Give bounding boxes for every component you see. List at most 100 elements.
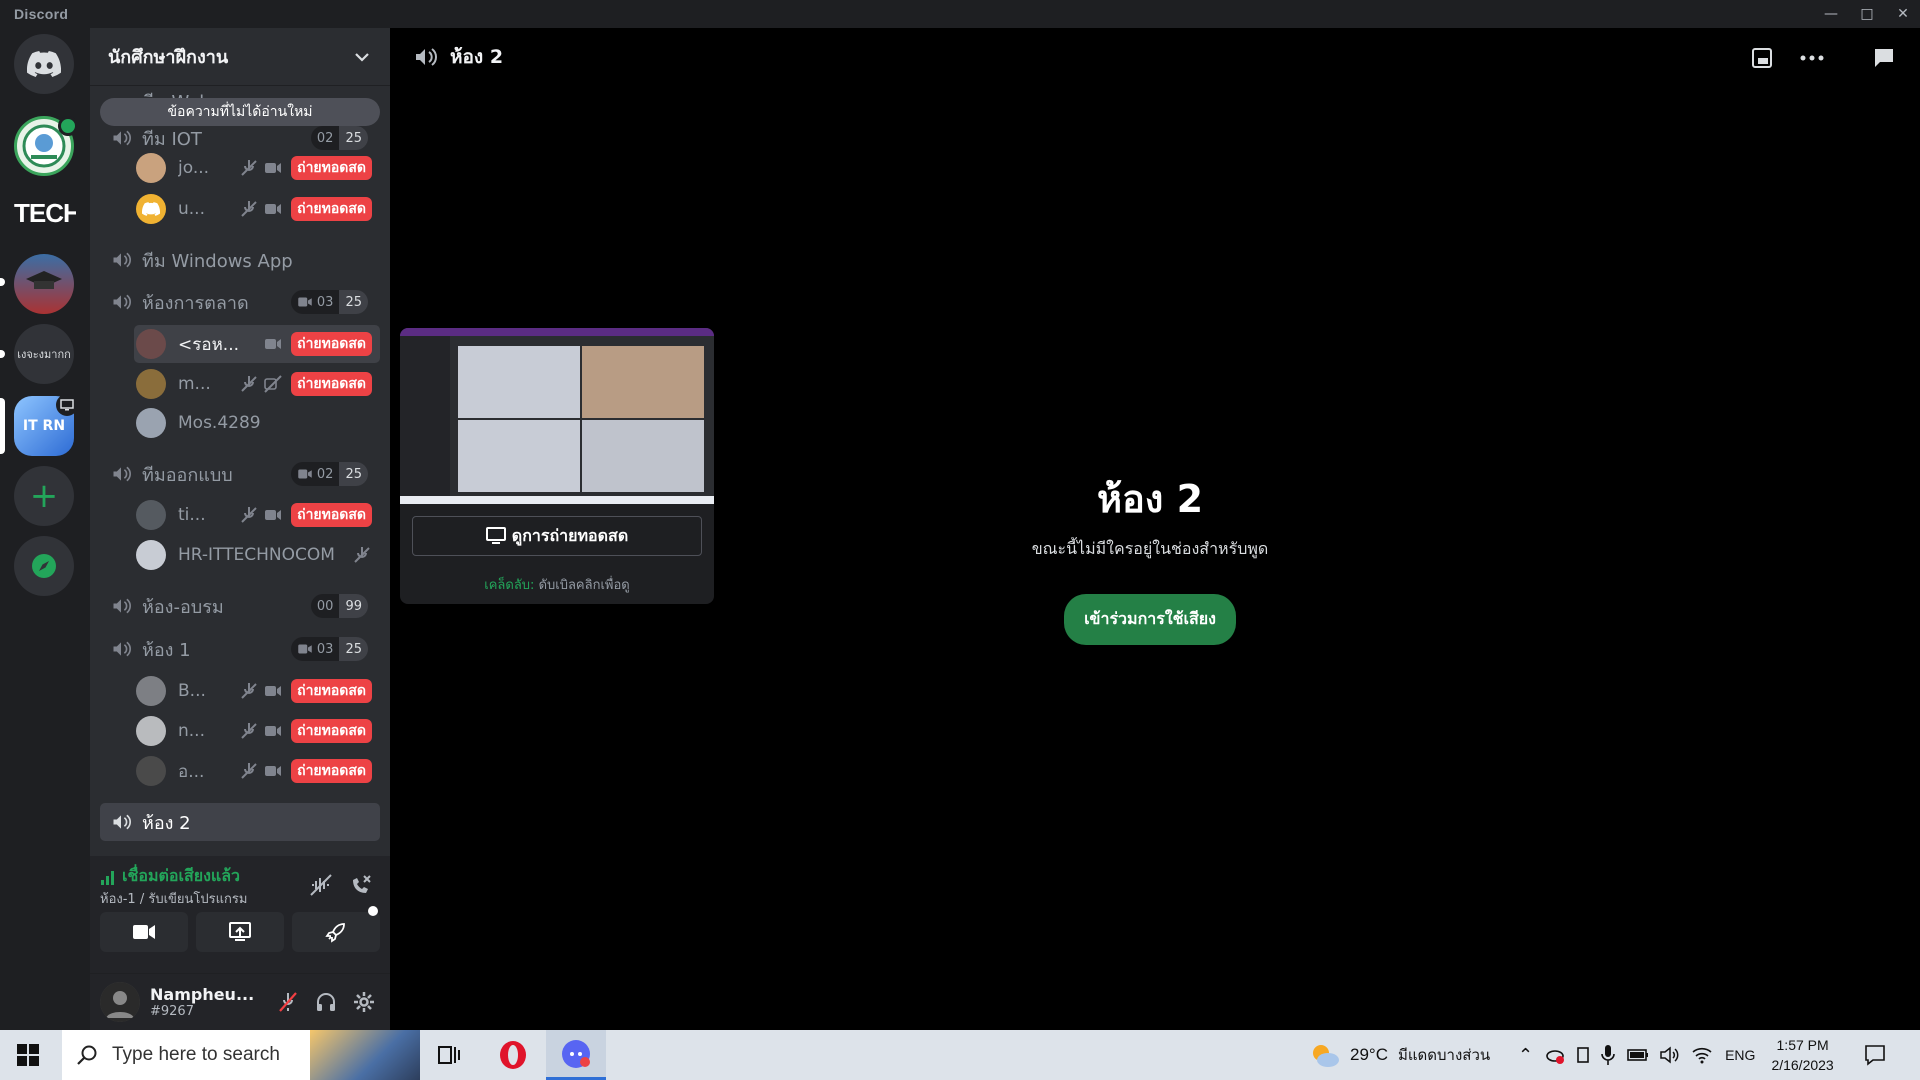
system-tray: ⌃ ENG 1:57 PM 2/16/2023 — [1518, 1030, 1886, 1080]
mic-muted-icon — [241, 160, 257, 176]
voice-channel-windows-app[interactable]: ทีม Windows App — [100, 241, 380, 279]
user-info[interactable]: Nampheu... #9267 — [150, 985, 276, 1019]
screen-share-button[interactable] — [196, 912, 284, 952]
live-badge: ถ่ายทอดสด — [291, 759, 372, 783]
discord-taskbar-icon[interactable] — [546, 1030, 606, 1080]
voice-user[interactable]: Mos.4289 — [134, 404, 380, 442]
mic-muted-icon — [241, 376, 257, 392]
device-icon[interactable] — [1575, 1045, 1591, 1065]
speaker-icon — [113, 641, 131, 657]
maximize-button[interactable]: □ — [1850, 0, 1884, 28]
search-highlight-image — [310, 1030, 420, 1080]
microphone-icon[interactable] — [1601, 1044, 1615, 1066]
opera-browser-icon[interactable] — [498, 1040, 528, 1074]
voice-location[interactable]: ห้อง-1 / รับเขียนโปรแกรม — [100, 888, 247, 909]
voice-channel-marketing[interactable]: ห้องการตลาด 03 25 — [100, 283, 380, 321]
chat-bubble-icon[interactable] — [1870, 44, 1898, 72]
server-techn[interactable]: TECHN — [14, 198, 76, 238]
windows-start-icon[interactable] — [16, 1043, 40, 1071]
chevron-up-icon[interactable]: ⌃ — [1518, 1045, 1533, 1066]
mic-muted-icon[interactable] — [276, 990, 300, 1014]
voice-active-badge-icon — [58, 116, 78, 136]
search-placeholder: Type here to search — [112, 1044, 280, 1065]
avatar — [136, 329, 166, 359]
voice-user[interactable]: m... ถ่ายทอดสด — [134, 365, 380, 403]
title-bar: Discord — □ ✕ — [0, 0, 1920, 28]
weather-widget[interactable]: 29°C มีแดดบางส่วน — [1310, 1030, 1490, 1080]
voice-user[interactable]: ti... ถ่ายทอดสด — [134, 496, 380, 534]
voice-user[interactable]: B... ถ่ายทอดสด — [134, 672, 380, 710]
mic-muted-icon — [241, 201, 257, 217]
app-title: Discord — [14, 6, 69, 22]
avatar — [136, 716, 166, 746]
video-camera-icon — [298, 644, 312, 654]
speaker-icon — [113, 598, 131, 614]
mic-muted-icon — [241, 683, 257, 699]
notification-center-icon[interactable] — [1864, 1044, 1886, 1066]
video-camera-icon — [265, 686, 282, 696]
voice-user[interactable]: u... ถ่ายทอดสด — [134, 190, 380, 228]
voice-channel-room-2[interactable]: ห้อง 2 — [100, 803, 380, 841]
server-header[interactable]: นักศึกษาฝึกงาน — [90, 28, 390, 86]
more-options-icon[interactable] — [1798, 44, 1826, 72]
camera-button[interactable] — [100, 912, 188, 952]
rocket-icon — [325, 923, 345, 943]
voice-channel-design[interactable]: ทีมออกแบบ 02 25 — [100, 455, 380, 493]
cloud-sync-icon[interactable] — [1545, 1045, 1565, 1065]
voice-channel-iot[interactable]: ทีม IOT 02 25 — [100, 124, 380, 152]
popout-window-icon[interactable] — [1748, 44, 1776, 72]
explore-compass-icon[interactable] — [14, 536, 74, 596]
server-thai-text[interactable]: เงจะงมากก — [14, 324, 74, 384]
minimize-button[interactable]: — — [1814, 0, 1848, 28]
new-unread-messages-pill[interactable]: ข้อความที่ไม่ได้อ่านใหม่ — [100, 98, 380, 126]
volume-icon[interactable] — [1659, 1045, 1681, 1065]
voice-user[interactable]: jo... ถ่ายทอดสด — [134, 149, 380, 187]
voice-user[interactable]: HR-ITTECHNOCOM — [134, 536, 380, 574]
channel-header: ห้อง 2 — [390, 28, 1920, 86]
headphones-icon[interactable] — [314, 990, 338, 1014]
avatar — [136, 369, 166, 399]
avatar[interactable] — [100, 982, 140, 1022]
input-language[interactable]: ENG — [1725, 1047, 1755, 1063]
speaker-icon — [113, 466, 131, 482]
video-camera-icon — [133, 925, 155, 939]
signal-bars-icon — [101, 870, 114, 885]
taskbar-search[interactable]: Type here to search — [62, 1030, 420, 1080]
battery-icon[interactable] — [1627, 1048, 1649, 1062]
voice-user[interactable]: <รอห... ถ่ายทอดสด — [134, 325, 380, 363]
live-badge: ถ่ายทอดสด — [291, 372, 372, 396]
avatar — [136, 194, 166, 224]
live-badge: ถ่ายทอดสด — [291, 503, 372, 527]
voice-user[interactable]: n... ถ่ายทอดสด — [134, 712, 380, 750]
activities-button[interactable] — [292, 912, 380, 952]
screen-share-badge-icon — [56, 394, 78, 416]
disconnect-call-icon[interactable] — [348, 872, 374, 898]
voice-status[interactable]: เชื่อมต่อเสียงแล้ว — [100, 864, 240, 889]
live-badge: ถ่ายทอดสด — [291, 719, 372, 743]
clock[interactable]: 1:57 PM 2/16/2023 — [1771, 1035, 1833, 1075]
server-graduation[interactable] — [14, 254, 74, 314]
voice-channel-training[interactable]: ห้อง-อบรม 00 99 — [100, 587, 380, 625]
voice-user[interactable]: อ... ถ่ายทอดสด — [134, 752, 380, 790]
windows-taskbar: Type here to search 29°C มีแดดบางส่วน ⌃ … — [0, 1030, 1920, 1080]
mic-muted-icon — [354, 547, 370, 563]
task-view-icon[interactable] — [436, 1042, 462, 1072]
add-server-icon[interactable]: + — [14, 466, 74, 526]
screen-share-icon — [229, 922, 251, 941]
join-voice-button[interactable]: เข้าร่วมการใช้เสียง — [1064, 594, 1236, 645]
stream-preview-card[interactable]: ดูการถ่ายทอดสด เคล็ดลับ: ดับเบิลคลิกเพื่… — [400, 328, 714, 604]
watch-stream-button[interactable]: ดูการถ่ายทอดสด — [412, 516, 702, 556]
close-window-button[interactable]: ✕ — [1886, 0, 1920, 28]
voice-channel-room-1[interactable]: ห้อง 1 03 25 — [100, 630, 380, 668]
avatar — [136, 153, 166, 183]
gear-icon[interactable] — [352, 990, 376, 1014]
wifi-icon[interactable] — [1691, 1046, 1713, 1064]
user-limit-counter: 02 25 — [310, 126, 368, 150]
noise-suppression-icon[interactable] — [308, 872, 334, 898]
selected-server-indicator — [0, 398, 5, 454]
avatar — [136, 676, 166, 706]
discord-home-icon[interactable] — [14, 34, 74, 94]
stream-thumbnail[interactable] — [400, 328, 714, 504]
video-off-icon — [264, 375, 282, 393]
avatar — [136, 540, 166, 570]
